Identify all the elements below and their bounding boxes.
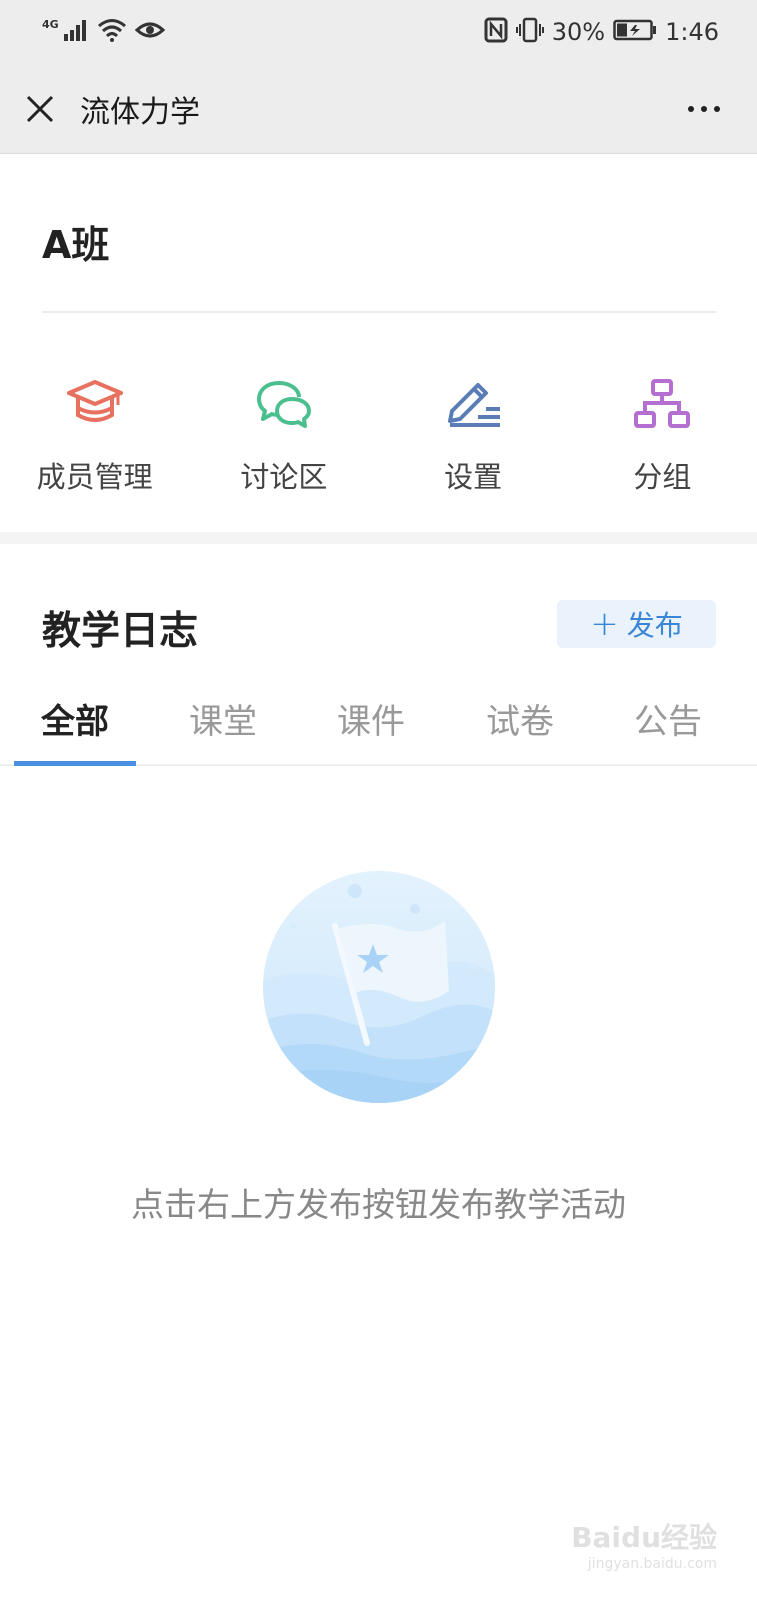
quick-action-label: 成员管理 <box>36 460 153 494</box>
quick-actions: 成员管理 讨论区 设置 分组 <box>0 372 757 496</box>
watermark-brand: Baidu经验 <box>571 1521 717 1554</box>
class-title: A班 <box>42 223 110 267</box>
pencil-list-icon <box>441 372 505 436</box>
close-icon <box>26 95 54 122</box>
graduation-cap-icon <box>63 372 127 436</box>
page: 4G 30% 1:46 流体力学 A班 成员管理 讨论区 设置 分组 教学日志 … <box>0 0 757 1600</box>
watermark: Baidu经验 jingyan.baidu.com <box>571 1516 717 1572</box>
tab-classroom[interactable]: 课堂 <box>162 690 284 766</box>
chat-bubbles-icon <box>252 372 316 436</box>
quick-action-label: 讨论区 <box>240 460 328 494</box>
empty-flag-illustration <box>263 871 495 1103</box>
tab-bar: 全部 课堂 课件 试卷 公告 <box>0 690 757 766</box>
status-bar: 4G 30% 1:46 <box>0 0 757 64</box>
clock: 1:46 <box>665 18 719 46</box>
settings-button[interactable]: 设置 <box>379 372 568 496</box>
publish-label: 发布 <box>626 609 683 642</box>
discussion-button[interactable]: 讨论区 <box>189 372 378 496</box>
more-dot-icon <box>714 106 720 112</box>
close-button[interactable] <box>0 64 80 154</box>
empty-state-message: 点击右上方发布按钮发布教学活动 <box>131 1185 626 1224</box>
tab-courseware[interactable]: 课件 <box>310 690 432 766</box>
divider <box>42 311 716 313</box>
signal-icon <box>63 18 89 46</box>
quick-action-label: 设置 <box>444 460 503 494</box>
battery-icon <box>613 19 657 45</box>
tab-exam[interactable]: 试卷 <box>459 690 581 766</box>
more-dot-icon <box>701 106 707 112</box>
status-left: 4G <box>42 18 165 46</box>
watermark-url: jingyan.baidu.com <box>587 1556 717 1572</box>
member-management-button[interactable]: 成员管理 <box>0 372 189 496</box>
plus-icon: + <box>590 604 619 644</box>
org-chart-icon <box>630 372 694 436</box>
wifi-icon <box>97 18 127 46</box>
section-separator <box>0 532 757 544</box>
more-dot-icon <box>688 106 694 112</box>
battery-percent: 30% <box>551 18 606 46</box>
active-tab-indicator <box>14 761 136 766</box>
publish-button[interactable]: + 发布 <box>557 600 716 648</box>
status-right: 30% 1:46 <box>484 17 719 47</box>
teaching-log-title: 教学日志 <box>42 609 199 654</box>
nfc-icon <box>484 17 508 47</box>
page-title: 流体力学 <box>80 94 200 130</box>
eye-icon <box>134 18 165 46</box>
network-type: 4G <box>42 17 59 31</box>
nav-bar: 流体力学 <box>0 64 757 154</box>
tab-all[interactable]: 全部 <box>14 690 136 766</box>
vibrate-icon <box>515 17 544 47</box>
more-options-button[interactable] <box>679 86 729 132</box>
tab-announcement[interactable]: 公告 <box>607 690 729 766</box>
quick-action-label: 分组 <box>633 460 692 494</box>
group-button[interactable]: 分组 <box>568 372 757 496</box>
